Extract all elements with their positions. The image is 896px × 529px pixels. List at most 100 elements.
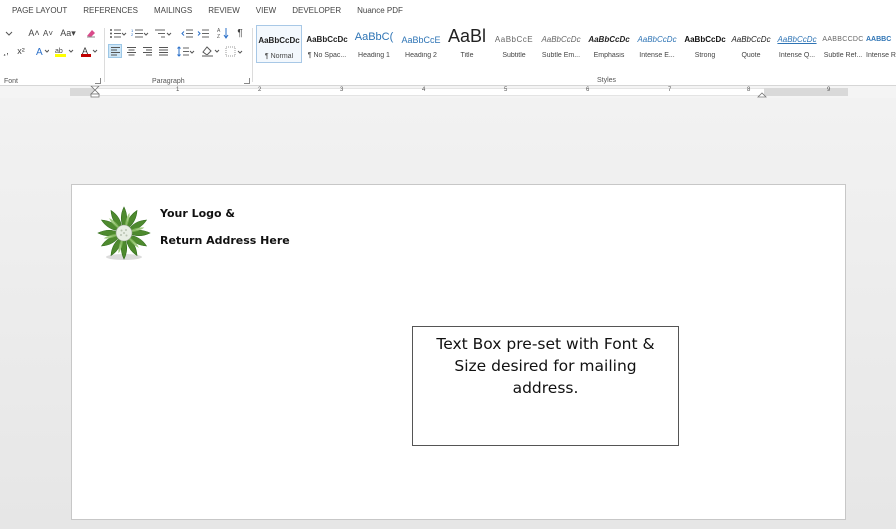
style-name: Subtle Ref... [823,52,863,59]
font-size-dropdown[interactable] [0,26,18,40]
style-sample: AaBbCcDc [588,35,630,44]
horizontal-ruler[interactable]: 1 2 3 4 5 6 7 8 9 [0,86,896,98]
style-name: ¶ Normal [264,53,294,60]
ruler-number: 9 [827,87,831,93]
return-address-line-2[interactable]: Return Address Here [160,234,290,247]
line-spacing-icon[interactable] [176,44,196,58]
style-sample: AaBbCcDc [637,35,677,44]
multilevel-list-icon[interactable] [152,26,174,40]
style-sample: AaBbCcE [494,35,534,44]
pilcrow-icon[interactable]: ¶ [234,26,246,40]
svg-text:A: A [36,47,43,57]
borders-icon[interactable] [224,44,246,58]
style-subtle-emphasis[interactable]: AaBbCcDc Subtle Em... [538,25,584,63]
style-intense-reference[interactable]: AABBC Intense R [866,25,896,63]
style-sample: AaBbC( [354,31,394,43]
style-heading-2[interactable]: AaBbCcE Heading 2 [398,25,444,63]
sort-icon[interactable]: AZ [216,26,230,40]
mailing-address-textbox[interactable]: Text Box pre-set with Font & Size desire… [412,326,679,446]
style-emphasis[interactable]: AaBbCcDc Emphasis [586,25,632,63]
style-sample: AaBl [447,26,487,46]
tab-references[interactable]: REFERENCES [75,0,146,22]
grow-font-icon[interactable]: A˄ [28,26,40,40]
ruler-number: 3 [340,87,344,93]
svg-text:2: 2 [131,32,134,37]
highlight-icon[interactable]: ab [54,44,76,58]
style-no-spacing[interactable]: AaBbCcDc ¶ No Spac... [304,25,350,63]
tab-nuance-pdf[interactable]: Nuance PDF [349,0,411,22]
paragraph-group: 12 AZ ¶ Paragraph [106,22,252,86]
style-sample: AaBbCcDc [731,35,771,44]
flower-logo-icon [97,206,151,260]
textbox-line: Size desired for mailing [454,357,637,375]
style-sample: AaBbCcDc [306,35,348,44]
align-center-icon[interactable] [124,44,138,58]
svg-text:ab: ab [55,48,63,55]
ribbon-separator [104,28,105,82]
return-address-line-1[interactable]: Your Logo & [160,207,235,220]
increase-indent-icon[interactable] [196,26,210,40]
align-right-icon[interactable] [140,44,154,58]
bullets-icon[interactable] [108,26,128,40]
style-name: Subtitle [502,52,526,59]
numbering-icon[interactable]: 12 [130,26,150,40]
ruler-number: 5 [504,87,508,93]
ruler-number: 7 [668,87,672,93]
justify-icon[interactable] [156,44,170,58]
ribbon-separator [252,28,253,82]
style-name: Heading 2 [405,52,437,59]
textbox-line: address. [512,379,579,397]
indent-marker-icon[interactable] [90,86,100,98]
text-effects-icon[interactable]: A [34,44,50,58]
style-intense-emphasis[interactable]: AaBbCcDc Intense E... [634,25,680,63]
style-title[interactable]: AaBl Title [446,25,488,63]
ruler-number: 8 [747,87,751,93]
font-color-icon[interactable]: A [80,44,100,58]
clear-formatting-icon[interactable] [84,26,98,40]
style-sample: AaBbCcDc [777,35,817,44]
superscript-button[interactable]: x² [14,44,28,58]
tab-view[interactable]: VIEW [248,0,284,22]
styles-group-label: Styles [597,77,617,84]
svg-text:Z: Z [217,34,220,39]
shrink-font-icon[interactable]: A˅ [42,26,54,40]
style-name: Subtle Em... [541,52,581,59]
shading-icon[interactable] [200,44,222,58]
style-name: Heading 1 [358,52,390,59]
ribbon-tabs: PAGE LAYOUT REFERENCES MAILINGS REVIEW V… [0,0,896,22]
style-name: Intense Q... [778,52,816,59]
style-name: Strong [694,52,716,59]
align-left-icon[interactable] [108,44,122,58]
font-dialog-launcher[interactable] [95,78,101,84]
style-heading-1[interactable]: AaBbC( Heading 1 [352,25,396,63]
tab-review[interactable]: REVIEW [200,0,248,22]
ruler-number: 2 [258,87,262,93]
decrease-indent-icon[interactable] [180,26,194,40]
style-name: Intense E... [639,52,675,59]
document-area: Your Logo & Return Address Here Text Box… [0,98,896,529]
ruler-number: 1 [176,87,180,93]
styles-gallery: AaBbCcDc ¶ Normal AaBbCcDc ¶ No Spac... … [254,25,896,65]
style-subtle-reference[interactable]: AABBCCDC Subtle Ref... [820,25,866,63]
envelope-page[interactable]: Your Logo & Return Address Here Text Box… [71,184,846,520]
right-indent-marker-icon[interactable] [757,90,767,98]
style-intense-quote[interactable]: AaBbCcDc Intense Q... [774,25,820,63]
style-quote[interactable]: AaBbCcDc Quote [728,25,774,63]
style-subtitle[interactable]: AaBbCcE Subtitle [492,25,536,63]
style-normal[interactable]: AaBbCcDc ¶ Normal [256,25,302,63]
tab-developer[interactable]: DEVELOPER [284,0,349,22]
style-sample: AABBCCDC [822,36,864,43]
tab-mailings[interactable]: MAILINGS [146,0,200,22]
style-sample: AABBC [866,36,892,43]
font-group: A˄ A˅ Aa▾ ¸, x² A ab A Font [0,22,103,86]
x-prefix-label: ¸, [3,46,9,56]
paragraph-dialog-launcher[interactable] [244,78,250,84]
change-case-button[interactable]: Aa▾ [58,26,78,40]
style-strong[interactable]: AaBbCcDc Strong [682,25,728,63]
style-sample: AaBbCcE [401,35,441,45]
style-sample: AaBbCcDc [684,35,726,44]
style-name: ¶ No Spac... [307,52,347,59]
tab-page-layout[interactable]: PAGE LAYOUT [4,0,75,22]
style-name: Intense R [866,52,896,59]
ruler-track [70,88,848,96]
